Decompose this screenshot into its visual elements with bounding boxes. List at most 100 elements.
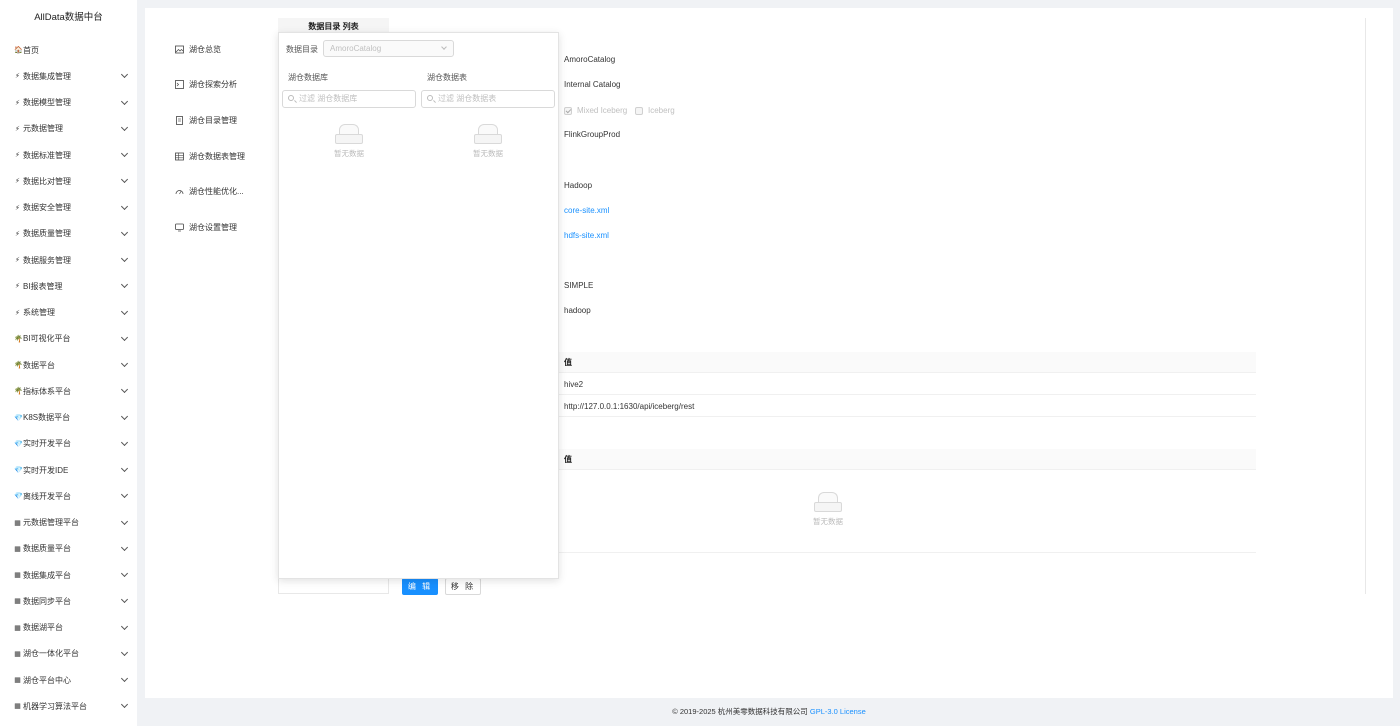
checkbox-icon bbox=[635, 106, 643, 115]
sidebar-item-label: 数据比对管理 bbox=[23, 176, 71, 186]
sidebar-item[interactable]: ⚡ 数据质量管理 bbox=[0, 221, 137, 247]
sidebar-item-label: K8S数据平台 bbox=[23, 413, 71, 422]
sidebar-item[interactable]: 🌴 数据平台 bbox=[0, 352, 137, 378]
optimizer-group-value: FlinkGroupProd bbox=[564, 130, 621, 139]
license-link[interactable]: GPL-3.0 License bbox=[810, 707, 866, 716]
sidebar-item[interactable]: 💎 实时开发平台 bbox=[0, 431, 137, 457]
grid-icon: ▦ bbox=[14, 624, 21, 632]
sidebar-item-label: 元数据管理 bbox=[23, 124, 63, 134]
storage-type-value: Hadoop bbox=[564, 181, 593, 190]
chevron-down-icon bbox=[120, 359, 129, 368]
sidebar-item[interactable]: 💎 K8S数据平台 bbox=[0, 405, 137, 431]
chevron-down-icon bbox=[120, 622, 129, 630]
sidebar-item[interactable]: ▦ 湖仓一体化平台 bbox=[0, 641, 137, 667]
chevron-down-icon bbox=[120, 701, 129, 709]
chevron-down-icon bbox=[120, 438, 129, 446]
hdfs-site-link[interactable]: hdfs-site.xml bbox=[564, 231, 609, 240]
sidebar-item[interactable]: 🌴 指标体系平台 bbox=[0, 378, 137, 404]
grid-icon: ▦ bbox=[14, 598, 21, 606]
search-placeholder: 过滤 湖仓数据表 bbox=[438, 94, 497, 103]
chevron-down-icon bbox=[120, 176, 129, 184]
chevron-down-icon bbox=[120, 674, 129, 683]
format-mixed-iceberg-checkbox[interactable]: Mixed Iceberg bbox=[564, 106, 627, 115]
sidebar-item[interactable]: ▦ 元数据管理平台 bbox=[0, 510, 137, 536]
remove-button[interactable]: 移 除 bbox=[445, 578, 481, 595]
sidebar-item[interactable]: 💎 实时开发IDE bbox=[0, 457, 137, 483]
sidebar-item[interactable]: 🏠 首页 bbox=[0, 37, 137, 63]
lake-menu-catalog[interactable]: 湖仓目录管理 bbox=[175, 110, 237, 130]
lake-menu-label: 湖仓总览 bbox=[189, 44, 221, 54]
sidebar-item-label: 离线开发平台 bbox=[23, 491, 71, 501]
lake-menu-overview[interactable]: 湖仓总览 bbox=[175, 39, 221, 59]
edit-button[interactable]: 编 辑 bbox=[402, 578, 438, 595]
bolt-icon: ⚡ bbox=[15, 99, 20, 107]
lake-menu-settings[interactable]: 湖仓设置管理 bbox=[175, 217, 237, 237]
table-column-label: 湖仓数据表 bbox=[427, 73, 467, 82]
lake-menu-label: 湖仓数据表管理 bbox=[189, 151, 245, 161]
sidebar-item-label: 首页 bbox=[23, 45, 39, 55]
sidebar-item[interactable]: ▦ 数据同步平台 bbox=[0, 588, 137, 614]
catalog-select[interactable]: AmoroCatalog bbox=[323, 40, 454, 57]
sidebar-item[interactable]: ⚡ 数据安全管理 bbox=[0, 195, 137, 221]
bolt-icon: ⚡ bbox=[15, 283, 20, 291]
sidebar-item[interactable]: ⚡ 数据模型管理 bbox=[0, 90, 137, 116]
sidebar-item-label: 机器学习算法平台 bbox=[23, 701, 87, 711]
lake-menu-optimize[interactable]: 湖仓性能优化... bbox=[175, 181, 244, 201]
core-site-link[interactable]: core-site.xml bbox=[564, 206, 609, 215]
sidebar-item[interactable]: ⚡ 数据集成管理 bbox=[0, 63, 137, 89]
empty-text: 暂无数据 bbox=[813, 517, 843, 526]
chevron-down-icon bbox=[120, 97, 129, 105]
catalog-picker-popover: 数据目录 AmoroCatalog 湖仓数据库 湖仓数据表 过滤 湖仓数据库 过… bbox=[278, 32, 559, 579]
search-icon bbox=[427, 95, 433, 101]
table-row: hive2 bbox=[556, 374, 1256, 395]
sidebar-item-label: BI可视化平台 bbox=[23, 334, 71, 344]
sidebar-item[interactable]: ⚡ 系统管理 bbox=[0, 300, 137, 326]
table-properties-header: 值 bbox=[556, 449, 1256, 470]
grid-icon: ▦ bbox=[14, 703, 21, 711]
divider bbox=[556, 552, 1256, 553]
sidebar-item[interactable]: ⚡ 数据服务管理 bbox=[0, 247, 137, 273]
lake-menu-tables[interactable]: 湖仓数据表管理 bbox=[175, 146, 245, 166]
sidebar-item-label: 实时开发平台 bbox=[23, 439, 71, 449]
sidebar-item[interactable]: 💎 离线开发平台 bbox=[0, 483, 137, 509]
sidebar-item-label: 湖仓平台中心 bbox=[23, 675, 71, 685]
lake-menu-label: 湖仓目录管理 bbox=[189, 115, 237, 125]
database-empty: 暂无数据 bbox=[319, 124, 379, 159]
sidebar-item[interactable]: ⚡ 元数据管理 bbox=[0, 116, 137, 142]
sidebar-item[interactable]: ▦ 机器学习算法平台 bbox=[0, 693, 137, 719]
sidebar-item-label: 数据同步平台 bbox=[23, 596, 71, 606]
sidebar-item[interactable]: ▦ 数据湖平台 bbox=[0, 615, 137, 641]
table-search-input[interactable]: 过滤 湖仓数据表 bbox=[421, 90, 555, 108]
chevron-down-icon bbox=[120, 543, 129, 551]
chevron-down-icon bbox=[120, 202, 129, 210]
sidebar-item[interactable]: ⚡ 数据标准管理 bbox=[0, 142, 137, 168]
sidebar-item[interactable]: ▦ 数据质量平台 bbox=[0, 536, 137, 562]
sidebar-item[interactable]: ⚡ 数据比对管理 bbox=[0, 168, 137, 194]
sidebar-item[interactable]: ⚡ BI报表管理 bbox=[0, 273, 137, 299]
value-column-header: 值 bbox=[564, 358, 572, 367]
empty-box-icon bbox=[474, 124, 502, 144]
empty-box-icon bbox=[335, 124, 363, 144]
sidebar-item-label: BI报表管理 bbox=[23, 281, 63, 291]
copyright-text: © 2019-2025 杭州美零数据科技有限公司 bbox=[672, 707, 808, 716]
catalog-type-value: Internal Catalog bbox=[564, 80, 621, 89]
chevron-down-icon bbox=[120, 228, 129, 236]
sidebar-item[interactable]: 🌴 BI可视化平台 bbox=[0, 326, 137, 352]
format-iceberg-checkbox[interactable]: Iceberg bbox=[635, 106, 675, 115]
database-search-input[interactable]: 过滤 湖仓数据库 bbox=[282, 90, 416, 108]
bolt-icon: ⚡ bbox=[15, 152, 20, 159]
lake-menu-explore[interactable]: 湖仓探索分析 bbox=[175, 74, 237, 94]
catalog-select-value: AmoroCatalog bbox=[330, 44, 382, 53]
sidebar-item-label: 数据集成管理 bbox=[23, 71, 71, 81]
bolt-icon: ⚡ bbox=[15, 125, 20, 133]
monitor-icon bbox=[175, 223, 184, 232]
empty-text: 暂无数据 bbox=[334, 149, 364, 158]
grid-icon: ▦ bbox=[14, 519, 21, 527]
catalog-name-value: AmoroCatalog bbox=[564, 55, 616, 64]
chevron-down-icon bbox=[120, 333, 129, 341]
chevron-down-icon bbox=[120, 412, 129, 420]
image-icon bbox=[175, 45, 184, 54]
sidebar-item[interactable]: ▦ 湖仓平台中心 bbox=[0, 667, 137, 693]
sidebar-item-label: 系统管理 bbox=[23, 308, 55, 317]
sidebar-item[interactable]: ▦ 数据集成平台 bbox=[0, 562, 137, 588]
